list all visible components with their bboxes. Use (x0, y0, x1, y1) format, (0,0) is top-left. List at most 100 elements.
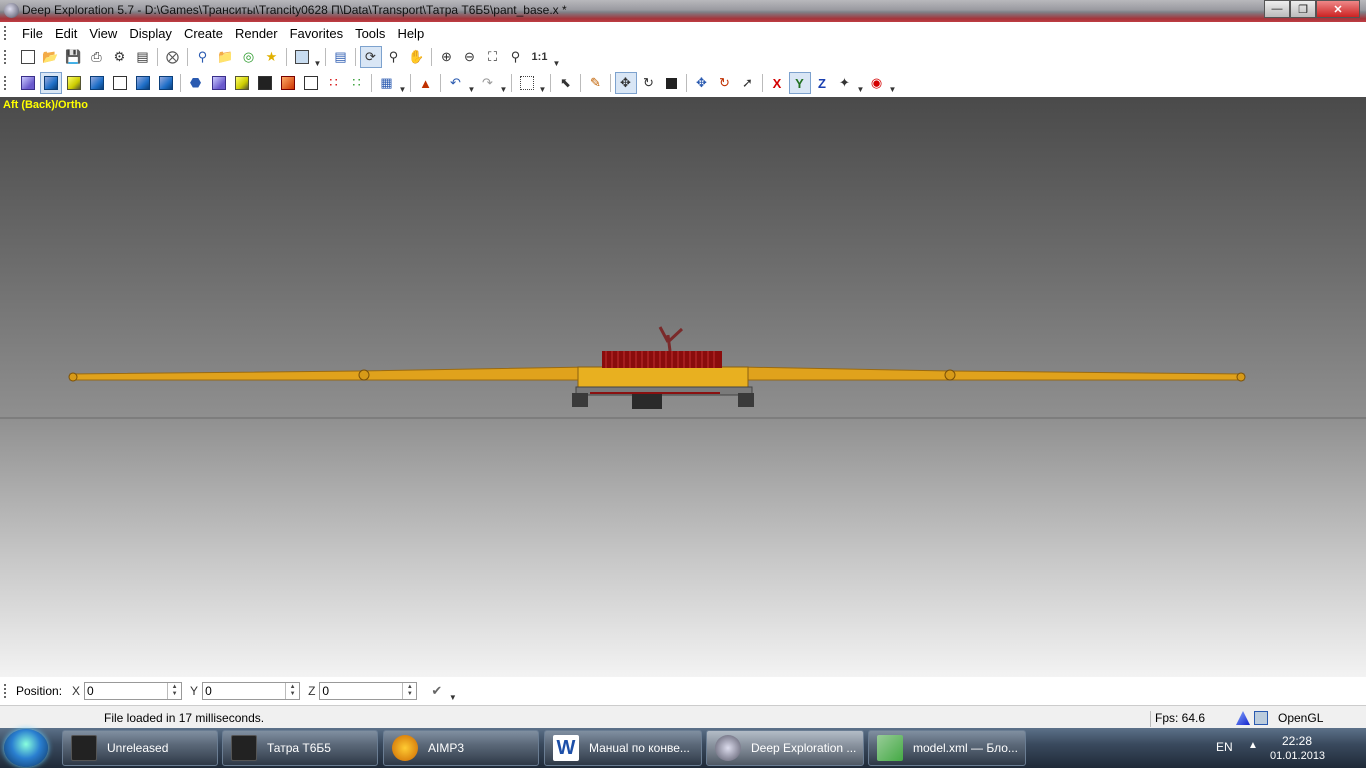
wire-cube-icon[interactable] (109, 72, 131, 94)
menu-file[interactable]: File (16, 26, 49, 41)
outline-cube-icon[interactable] (300, 72, 322, 94)
dropdown-arrow-icon[interactable]: ▼ (888, 72, 897, 94)
pivot-move-icon[interactable]: ✥ (691, 72, 713, 94)
selection-rect-icon[interactable] (516, 72, 538, 94)
dropdown-arrow-icon[interactable]: ▼ (448, 680, 457, 702)
web-icon[interactable]: ◎ (238, 46, 260, 68)
x-spinner[interactable]: ▲ ▼ (167, 683, 181, 699)
save-icon[interactable]: 💾 (63, 46, 85, 68)
dropdown-arrow-icon[interactable]: ▼ (856, 72, 865, 94)
pivot-scale-icon[interactable]: ➚ (737, 72, 759, 94)
menu-edit[interactable]: Edit (49, 26, 83, 41)
favorites-star-icon[interactable]: ★ (261, 46, 283, 68)
minimize-button[interactable]: — (1264, 0, 1290, 18)
redo-icon[interactable]: ↷ (477, 72, 499, 94)
menu-help[interactable]: Help (391, 26, 430, 41)
scene-icon[interactable]: ▲ (415, 72, 437, 94)
axis-x-toggle[interactable]: X (766, 72, 788, 94)
language-indicator[interactable]: EN (1216, 740, 1233, 754)
dropdown-arrow-icon[interactable]: ▼ (538, 72, 547, 94)
zoom-actual-size-button[interactable]: 1:1 (528, 46, 552, 68)
material-icon[interactable] (277, 72, 299, 94)
pivot-rotate-icon[interactable]: ↻ (714, 72, 736, 94)
tray-expand-icon[interactable]: ▲ (1248, 740, 1258, 751)
stop-icon[interactable]: ⨂ (162, 46, 184, 68)
y-field[interactable]: ▲▼ (202, 682, 301, 700)
menu-display[interactable]: Display (123, 26, 178, 41)
move-icon[interactable]: ✥ (614, 72, 637, 94)
smooth-shaded-icon[interactable] (86, 72, 108, 94)
bbox-icon[interactable] (254, 72, 276, 94)
brush-icon[interactable]: ✎ (585, 72, 607, 94)
y-spinner[interactable]: ▲ ▼ (285, 683, 299, 699)
rotate-icon[interactable]: ↻ (638, 72, 660, 94)
rotate-view-icon[interactable]: ⟳ (359, 46, 382, 68)
menu-favorites[interactable]: Favorites (284, 26, 349, 41)
texture-yellow-icon[interactable] (231, 72, 253, 94)
dropdown-arrow-icon[interactable]: ▼ (398, 72, 407, 94)
new-file-icon[interactable] (17, 46, 39, 68)
3d-viewport[interactable]: Aft (Back)/Ortho (0, 97, 1366, 677)
apply-checkmark-icon[interactable]: ✔ (431, 683, 442, 699)
zoom-in-icon[interactable]: ⊕ (436, 46, 458, 68)
axis-y-toggle[interactable]: Y (788, 72, 811, 94)
scale-icon[interactable] (661, 72, 683, 94)
textured-cube-icon[interactable] (155, 72, 177, 94)
taskbar-item-tatra[interactable]: Татра Т6Б5 (222, 730, 378, 766)
menu-create[interactable]: Create (178, 26, 229, 41)
shaded-purple-icon[interactable] (17, 72, 39, 94)
y-input[interactable] (203, 683, 286, 699)
x-input[interactable] (85, 683, 168, 699)
vertices-icon[interactable]: ∷ (346, 72, 368, 94)
dropdown-arrow-icon[interactable]: ▼ (499, 72, 508, 94)
axis-z-toggle[interactable]: Z (811, 72, 833, 94)
clock-date[interactable]: 01.01.2013 (1270, 750, 1325, 762)
window-layout-icon[interactable] (291, 46, 313, 68)
hidden-line-icon[interactable] (208, 72, 230, 94)
properties-icon[interactable]: ▤ (132, 46, 154, 68)
clock-time[interactable]: 22:28 (1282, 734, 1312, 748)
undo-icon[interactable]: ↶ (445, 72, 467, 94)
toolbar-grip[interactable] (4, 50, 8, 64)
wireframe-icon[interactable]: ⬣ (185, 72, 207, 94)
toolbar-grip[interactable] (4, 76, 8, 90)
menu-view[interactable]: View (83, 26, 123, 41)
zoom-out-icon[interactable]: ⊖ (459, 46, 481, 68)
x-field[interactable]: ▲▼ (84, 682, 183, 700)
z-field[interactable]: ▲▼ (319, 682, 418, 700)
open-folder-icon[interactable]: 📂 (40, 46, 62, 68)
flat-shaded-icon[interactable] (132, 72, 154, 94)
print-icon[interactable]: ⎙ (86, 46, 108, 68)
dropdown-arrow-icon[interactable]: ▼ (467, 72, 476, 94)
toolbar-grip[interactable] (4, 684, 8, 698)
dropdown-arrow-icon[interactable]: ▼ (552, 46, 561, 68)
page-view-icon[interactable]: ▤ (330, 46, 352, 68)
shaded-yellow-icon[interactable] (63, 72, 85, 94)
taskbar-item-notepad[interactable]: model.xml — Бло... (868, 730, 1026, 766)
pointer-arrow-icon[interactable]: ⬉ (555, 72, 577, 94)
shaded-blue-icon[interactable] (39, 72, 62, 94)
pan-hand-icon[interactable]: ✋ (406, 46, 428, 68)
print-setup-icon[interactable]: ⚙ (109, 46, 131, 68)
zoom-tool-icon[interactable]: ⚲ (383, 46, 405, 68)
menu-render[interactable]: Render (229, 26, 284, 41)
browse-folder-icon[interactable]: 📁 (215, 46, 237, 68)
axis-constraint-icon[interactable]: ✦ (834, 72, 856, 94)
maximize-button[interactable]: ❐ (1290, 0, 1316, 18)
dropdown-arrow-icon[interactable]: ▼ (313, 46, 322, 68)
menu-tools[interactable]: Tools (349, 26, 391, 41)
zoom-extents-icon[interactable]: ⛶ (482, 46, 504, 68)
toolbar-grip[interactable] (4, 26, 8, 40)
points-icon[interactable]: ∷ (323, 72, 345, 94)
zoom-window-icon[interactable]: ⚲ (505, 46, 527, 68)
taskbar-item-deep-exploration[interactable]: Deep Exploration ... (706, 730, 864, 766)
taskbar-item-word[interactable]: W Манual по конве... (544, 730, 702, 766)
taskbar-item-aimp[interactable]: AIMP3 (383, 730, 539, 766)
grid-icon[interactable]: ▦ (376, 72, 398, 94)
taskbar-item-unreleased[interactable]: Unreleased (62, 730, 218, 766)
start-button[interactable] (4, 729, 48, 767)
z-input[interactable] (320, 683, 403, 699)
z-spinner[interactable]: ▲ ▼ (402, 683, 416, 699)
animation-icon[interactable]: ◉ (866, 72, 888, 94)
find-icon[interactable]: ⚲ (192, 46, 214, 68)
